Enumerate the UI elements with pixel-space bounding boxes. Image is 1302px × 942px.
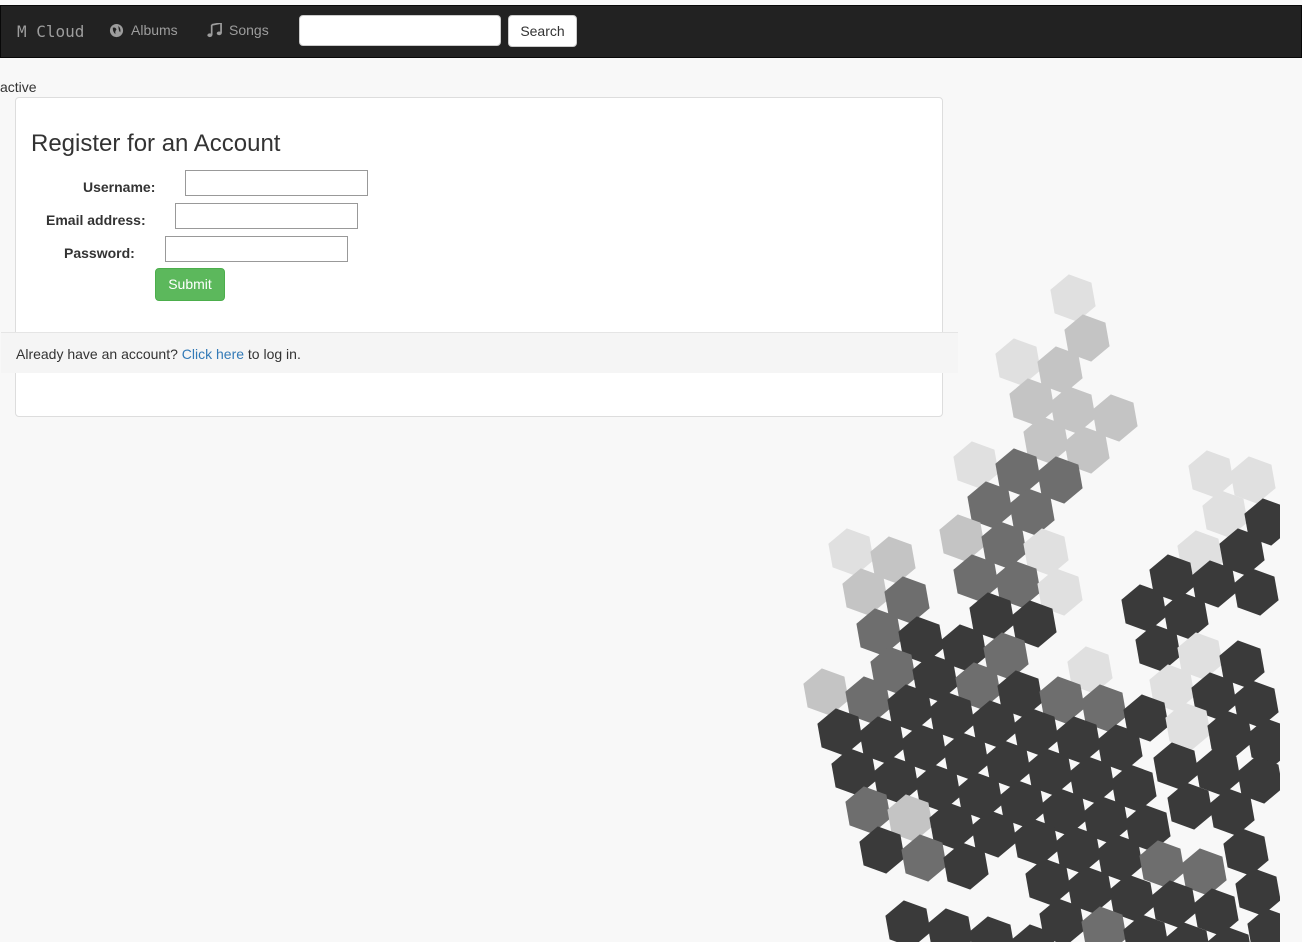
- page-title: Register for an Account: [31, 130, 281, 157]
- email-label: Email address:: [46, 212, 146, 228]
- hexagon-pattern-decoration: [803, 274, 1280, 942]
- hexagon-tile: [969, 916, 1014, 942]
- hexagon-cluster: [803, 274, 1280, 942]
- status-text: active: [0, 79, 37, 95]
- hexagon-tile: [995, 338, 1041, 386]
- nav-songs-link[interactable]: Songs: [207, 22, 269, 38]
- globe-icon: [109, 23, 124, 38]
- hexagon-tile: [1247, 908, 1280, 942]
- hexagon-tile: [803, 668, 849, 716]
- hexagon-tile: [1233, 568, 1279, 616]
- navbar: M Cloud Albums Songs Search: [0, 5, 1302, 58]
- nav-albums-link[interactable]: Albums: [109, 22, 178, 38]
- password-label: Password:: [64, 245, 135, 261]
- hexagon-tile: [927, 908, 973, 942]
- hexagon-tile: [1247, 718, 1280, 766]
- email-field[interactable]: [175, 203, 358, 229]
- password-field[interactable]: [165, 236, 348, 262]
- brand-logo[interactable]: M Cloud: [17, 22, 84, 41]
- search-button[interactable]: Search: [508, 15, 577, 47]
- hexagon-tile: [1050, 274, 1096, 322]
- hexagon-tile: [1223, 828, 1269, 876]
- hexagon-tile: [1188, 450, 1234, 498]
- hexagon-tile: [1153, 742, 1199, 790]
- music-note-icon: [207, 22, 222, 38]
- nav-albums-label: Albums: [131, 22, 178, 38]
- username-label: Username:: [83, 179, 156, 195]
- hexagon-tile: [953, 441, 999, 489]
- search-input[interactable]: [299, 15, 501, 46]
- login-link[interactable]: Click here: [182, 346, 244, 362]
- nav-songs-label: Songs: [229, 22, 269, 38]
- username-field[interactable]: [185, 170, 368, 196]
- hexagon-tile: [885, 900, 931, 942]
- login-prompt-prefix: Already have an account?: [16, 346, 178, 362]
- hexagon-tile: [1235, 868, 1280, 916]
- hexagon-tile: [828, 528, 874, 576]
- submit-button[interactable]: Submit: [155, 268, 225, 301]
- login-prompt-suffix: to log in.: [247, 346, 301, 362]
- login-prompt: Already have an account? Click here to l…: [16, 346, 301, 362]
